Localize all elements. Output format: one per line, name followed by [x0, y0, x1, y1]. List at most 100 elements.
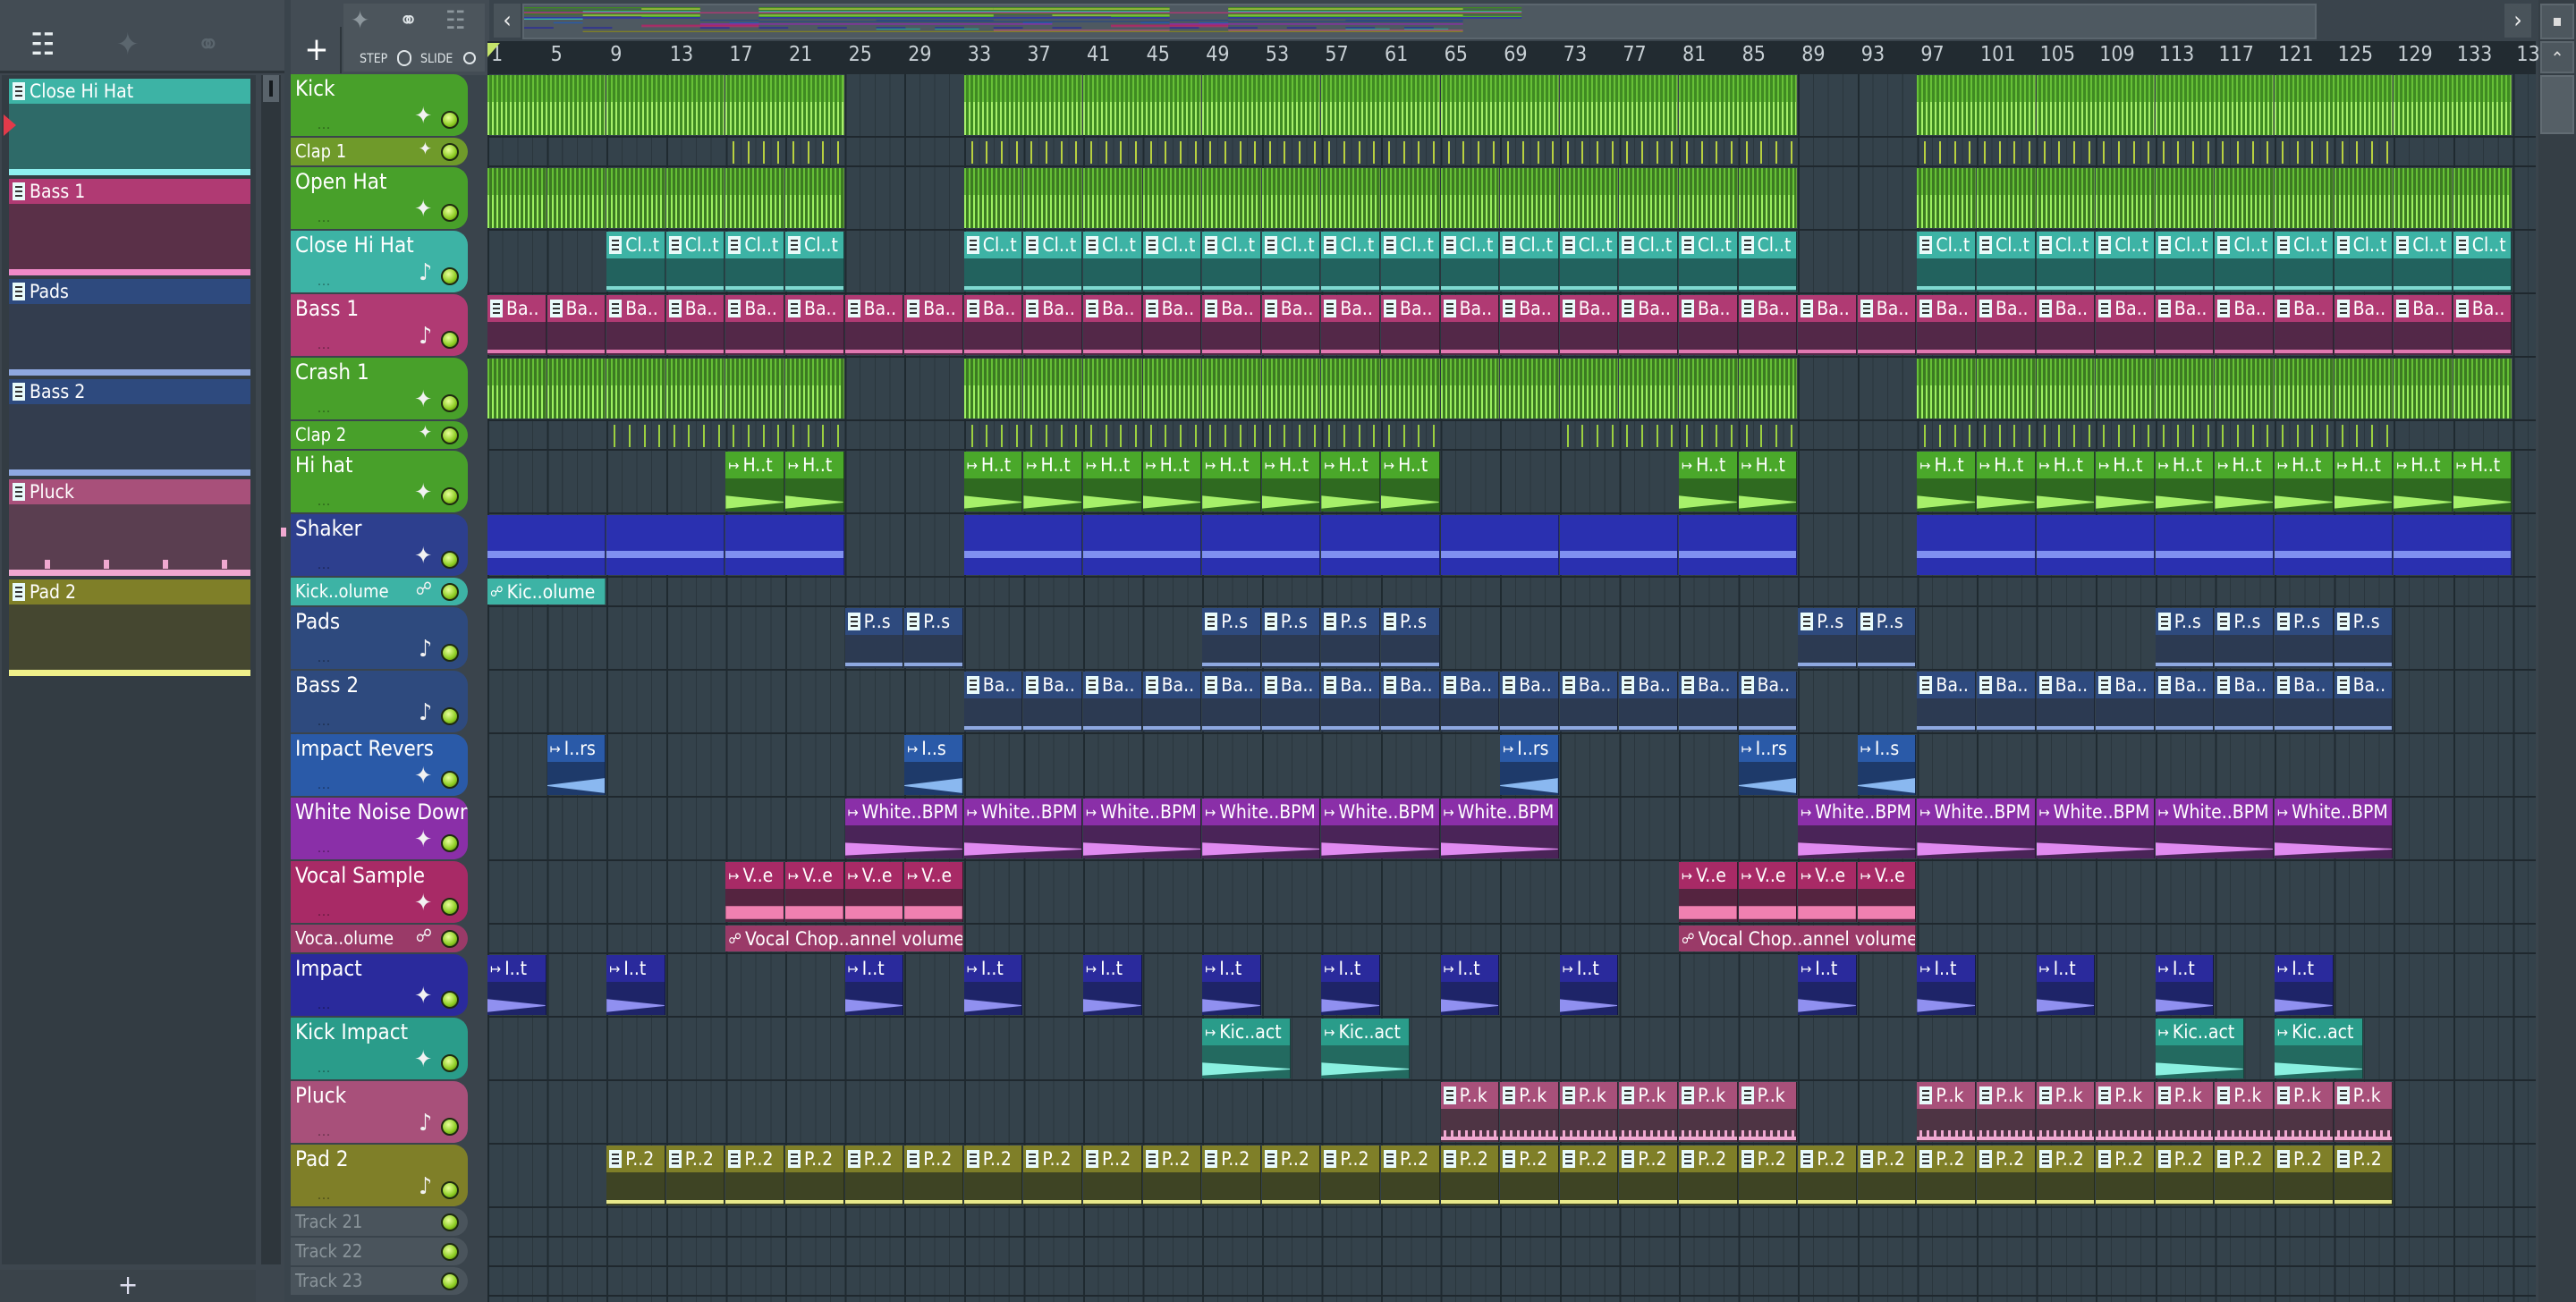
pattern-clip[interactable]: Ba..: [1798, 295, 1857, 355]
clap-hit[interactable]: [1566, 425, 1569, 447]
clap-hit[interactable]: [2028, 425, 2030, 447]
clap-hit[interactable]: [688, 425, 691, 447]
audio-clip[interactable]: [2096, 168, 2155, 228]
picker-item[interactable]: Pads: [9, 279, 250, 376]
pattern-clip[interactable]: P..2: [1261, 1146, 1321, 1205]
clap-hit[interactable]: [2043, 425, 2046, 447]
add-track-button[interactable]: +: [293, 27, 342, 73]
audio-clip[interactable]: ↦ H..t: [963, 452, 1023, 512]
clap-hit[interactable]: [1105, 425, 1107, 447]
audio-clip[interactable]: [1917, 359, 1976, 418]
audio-clip[interactable]: [1440, 168, 1500, 228]
clap-hit[interactable]: [1015, 425, 1018, 447]
pattern-clip[interactable]: P..2: [2096, 1146, 2155, 1205]
clap-hit[interactable]: [1268, 141, 1271, 164]
clap-hit[interactable]: [2296, 141, 2299, 164]
clap-hit[interactable]: [1120, 425, 1123, 447]
clap-hit[interactable]: [1388, 425, 1390, 447]
audio-clip[interactable]: ↦ White..BPM: [2036, 799, 2155, 858]
track-mute-led[interactable]: [441, 771, 459, 789]
audio-clip[interactable]: [2394, 75, 2512, 135]
clap-hit[interactable]: [807, 425, 809, 447]
audio-clip[interactable]: [1500, 168, 1559, 228]
clap-hit[interactable]: [1075, 141, 1078, 164]
audio-clip[interactable]: ↦ H..t: [1738, 452, 1798, 512]
pattern-clip[interactable]: Cl..t: [2394, 232, 2453, 292]
clap-hit[interactable]: [2192, 141, 2195, 164]
timeline-ruler[interactable]: 1 5 9 13 17 21 25 29 33 37 41 45 49 53 57 61 65 69 73 77 81 8…: [487, 41, 2552, 74]
clap-hit[interactable]: [2103, 425, 2106, 447]
clap-hit[interactable]: [986, 141, 988, 164]
audio-clip[interactable]: [1679, 515, 1798, 575]
clap-hit[interactable]: [970, 141, 973, 164]
track-mute-led[interactable]: [441, 267, 459, 285]
clap-hit[interactable]: [822, 425, 825, 447]
clap-hit[interactable]: [1239, 425, 1241, 447]
clap-hit[interactable]: [1224, 425, 1226, 447]
audio-clip[interactable]: [1559, 168, 1619, 228]
pattern-clip[interactable]: Ba..: [1261, 295, 1321, 355]
pattern-clip[interactable]: P..2: [1679, 1146, 1738, 1205]
pattern-clip[interactable]: P..2: [1559, 1146, 1619, 1205]
clap-hit[interactable]: [1328, 141, 1331, 164]
clap-hit[interactable]: [1373, 425, 1376, 447]
pattern-clip[interactable]: Ba..: [1023, 295, 1082, 355]
audio-clip[interactable]: [665, 359, 725, 418]
clap-hit[interactable]: [1046, 141, 1048, 164]
pattern-clip[interactable]: Ba..: [963, 295, 1023, 355]
track-header[interactable]: Bass 2 ♪...: [291, 671, 468, 732]
clap-hit[interactable]: [1492, 141, 1495, 164]
track-header[interactable]: Clap 1 ✦: [291, 138, 468, 165]
audio-clip[interactable]: ↦ White..BPM: [2275, 799, 2394, 858]
audio-filter-icon[interactable]: ✦: [351, 5, 369, 35]
clap-hit[interactable]: [1402, 141, 1405, 164]
pattern-clip[interactable]: P..s: [1381, 608, 1440, 668]
audio-clip[interactable]: ↦ White..BPM: [1440, 799, 1559, 858]
audio-clip[interactable]: [2453, 168, 2512, 228]
pattern-clip[interactable]: Ba..: [547, 295, 606, 355]
pattern-clip[interactable]: Ba..: [785, 295, 844, 355]
audio-clip[interactable]: ↦ V..e: [904, 862, 963, 922]
pattern-clip[interactable]: P..k: [2275, 1082, 2334, 1142]
pattern-clip[interactable]: Ba..: [2334, 295, 2394, 355]
pattern-clip[interactable]: P..2: [2036, 1146, 2096, 1205]
clap-hit[interactable]: [1165, 141, 1167, 164]
track-header[interactable]: Pads ♪...: [291, 607, 468, 669]
audio-clip[interactable]: [2036, 168, 2096, 228]
pattern-clip[interactable]: P..2: [1440, 1146, 1500, 1205]
pattern-clip[interactable]: P..s: [1857, 608, 1917, 668]
audio-clip[interactable]: [1202, 359, 1261, 418]
pattern-clip[interactable]: Cl..t: [606, 232, 665, 292]
pattern-clip[interactable]: P..2: [1798, 1146, 1857, 1205]
track-mute-led[interactable]: [441, 991, 459, 1009]
audio-clip[interactable]: ↦ I..t: [1083, 955, 1142, 1015]
clap-hit[interactable]: [970, 425, 973, 447]
audio-clip[interactable]: ↦ H..t: [1142, 452, 1202, 512]
clap-hit[interactable]: [1730, 425, 1733, 447]
audio-clip[interactable]: ↦ White..BPM: [1202, 799, 1321, 858]
clap-hit[interactable]: [1402, 425, 1405, 447]
picker-item[interactable]: Pad 2: [9, 579, 250, 676]
clap-hit[interactable]: [614, 425, 616, 447]
clap-hit[interactable]: [2385, 425, 2388, 447]
audio-clip[interactable]: ↦ H..t: [1917, 452, 1976, 512]
clap-hit[interactable]: [1284, 425, 1286, 447]
audio-clip[interactable]: [1381, 359, 1440, 418]
audio-clip[interactable]: [1559, 75, 1678, 135]
pattern-clip[interactable]: Ba..: [725, 295, 784, 355]
audio-waveform-icon[interactable]: ✦: [414, 196, 432, 223]
track-header[interactable]: Track 21: [291, 1208, 468, 1236]
note-icon[interactable]: ♪: [419, 259, 432, 286]
audio-clip[interactable]: ↦ I..t: [844, 955, 904, 1015]
clap-hit[interactable]: [1626, 141, 1629, 164]
audio-clip[interactable]: ↦ Kic..act: [2275, 1019, 2363, 1078]
pattern-clip[interactable]: P..2: [2275, 1146, 2334, 1205]
track-header[interactable]: Voca..olume ☍: [291, 925, 468, 952]
pattern-clip[interactable]: Ba..: [1023, 672, 1082, 731]
pattern-clip[interactable]: Cl..t: [1381, 232, 1440, 292]
pattern-clip[interactable]: P..2: [1083, 1146, 1142, 1205]
clap-hit[interactable]: [2207, 425, 2209, 447]
pattern-clip[interactable]: Ba..: [1738, 295, 1798, 355]
track-header[interactable]: Impact Revers ✦...: [291, 734, 468, 796]
clap-hit[interactable]: [1105, 141, 1107, 164]
